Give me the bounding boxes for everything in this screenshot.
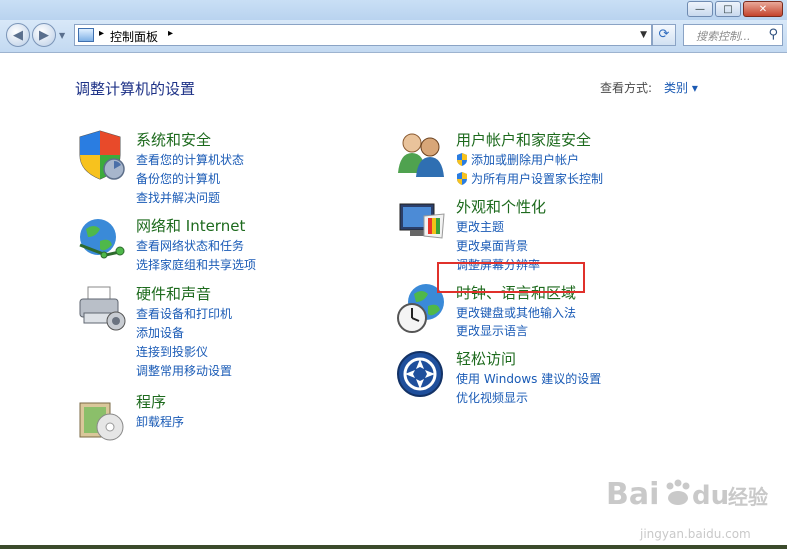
printer-icon [79,286,126,331]
category-system-security: 系统和安全 查看您的计算机状态 备份您的计算机 查找并解决问题 [76,129,336,209]
globe-network-icon [79,219,125,259]
back-button[interactable]: ◀ [6,23,30,47]
watermark-url: jingyan.baidu.com [639,527,751,541]
uac-shield-icon [457,172,467,185]
link-view-computer-status[interactable]: 查看您的计算机状态 [136,151,244,168]
maximize-button[interactable]: □ [715,1,741,17]
category-network: 网络和 Internet 查看网络状态和任务 选择家庭组和共享选项 [76,215,336,277]
baidu-watermark: Bai du 经验 jingyan.baidu.com [600,470,780,545]
link-backup-computer[interactable]: 备份您的计算机 [136,170,220,187]
category-title[interactable]: 轻松访问 [456,348,516,369]
view-by-label: 查看方式: [600,81,653,95]
category-user-accounts: 用户帐户和家庭安全 添加或删除用户帐户 为所有用户设置家长控制 [396,129,696,189]
link-label[interactable]: 添加或删除用户帐户 [471,153,579,167]
watermark-brand-cn: 经验 [728,485,768,509]
category-title[interactable]: 硬件和声音 [136,283,211,304]
refresh-icon: ⟳ [658,27,670,42]
minimize-button[interactable]: — [687,1,713,17]
close-button[interactable]: ✕ [743,1,783,17]
address-dropdown[interactable]: ▼ [640,30,647,40]
title-bar: — □ ✕ [0,0,787,20]
refresh-button[interactable]: ⟳ [652,24,676,46]
programs-box-icon [79,402,124,441]
category-ease-of-access: 轻松访问 使用 Windows 建议的设置 优化视频显示 [396,348,696,408]
page-title: 调整计算机的设置 [75,80,196,98]
link-devices-printers[interactable]: 查看设备和打印机 [136,305,232,322]
view-by-dropdown[interactable]: 类别 ▾ [664,79,698,96]
link-troubleshoot[interactable]: 查找并解决问题 [136,189,220,206]
link-add-remove-accounts[interactable]: 添加或删除用户帐户 [456,151,579,168]
watermark-brand-suffix: du [692,481,729,511]
link-add-device[interactable]: 添加设备 [136,324,184,341]
link-change-input-method[interactable]: 更改键盘或其他输入法 [456,304,576,321]
highlight-annotation [437,262,585,293]
category-title[interactable]: 用户帐户和家庭安全 [456,129,591,150]
category-title[interactable]: 外观和个性化 [456,196,546,217]
link-uninstall-program[interactable]: 卸载程序 [136,413,184,430]
link-homegroup-sharing[interactable]: 选择家庭组和共享选项 [136,256,256,273]
category-title[interactable]: 系统和安全 [136,129,211,150]
link-parental-controls[interactable]: 为所有用户设置家长控制 [456,170,603,187]
link-network-status[interactable]: 查看网络状态和任务 [136,237,244,254]
control-panel-icon [78,28,94,42]
forward-button[interactable]: ▶ [32,23,56,47]
link-change-display-language[interactable]: 更改显示语言 [456,322,528,339]
link-mobility-settings[interactable]: 调整常用移动设置 [136,362,232,379]
uac-shield-icon [457,153,467,166]
link-optimize-visual-display[interactable]: 优化视频显示 [456,389,528,406]
breadcrumb-separator[interactable]: ▸ [168,28,173,39]
search-box[interactable]: 搜索控制... ⚲ [683,24,783,46]
recent-pages-dropdown[interactable]: ▼ [59,31,65,40]
link-label[interactable]: 为所有用户设置家长控制 [471,172,603,186]
search-icon[interactable]: ⚲ [768,27,778,42]
watermark-brand: Bai [606,477,659,512]
category-programs: 程序 卸载程序 [76,391,336,451]
ease-of-access-icon [397,351,443,397]
window-controls: — □ ✕ [687,1,783,17]
navigation-bar: ◀ ▶ ▼ ▸ 控制面板 ▸ ▼ ⟳ 搜索控制... ⚲ [0,20,787,53]
link-recommended-settings[interactable]: 使用 Windows 建议的设置 [456,370,601,387]
taskbar-edge [0,545,787,549]
monitor-palette-icon [399,203,445,239]
breadcrumb-control-panel[interactable]: 控制面板 [110,28,158,45]
shield-icon [79,130,125,180]
baidu-watermark-logo: Bai du 经验 jingyan.baidu.com [606,477,768,541]
breadcrumb-separator[interactable]: ▸ [99,28,104,39]
category-title[interactable]: 程序 [136,391,166,412]
address-bar[interactable]: ▸ 控制面板 ▸ ▼ [74,24,652,46]
category-hardware-sound: 硬件和声音 查看设备和打印机 添加设备 连接到投影仪 调整常用移动设置 [76,283,336,378]
link-connect-projector[interactable]: 连接到投影仪 [136,343,208,360]
users-icon [398,133,444,177]
link-change-theme[interactable]: 更改主题 [456,218,504,235]
search-input[interactable]: 搜索控制... [696,28,751,44]
category-title[interactable]: 网络和 Internet [136,215,245,236]
link-change-background[interactable]: 更改桌面背景 [456,237,528,254]
